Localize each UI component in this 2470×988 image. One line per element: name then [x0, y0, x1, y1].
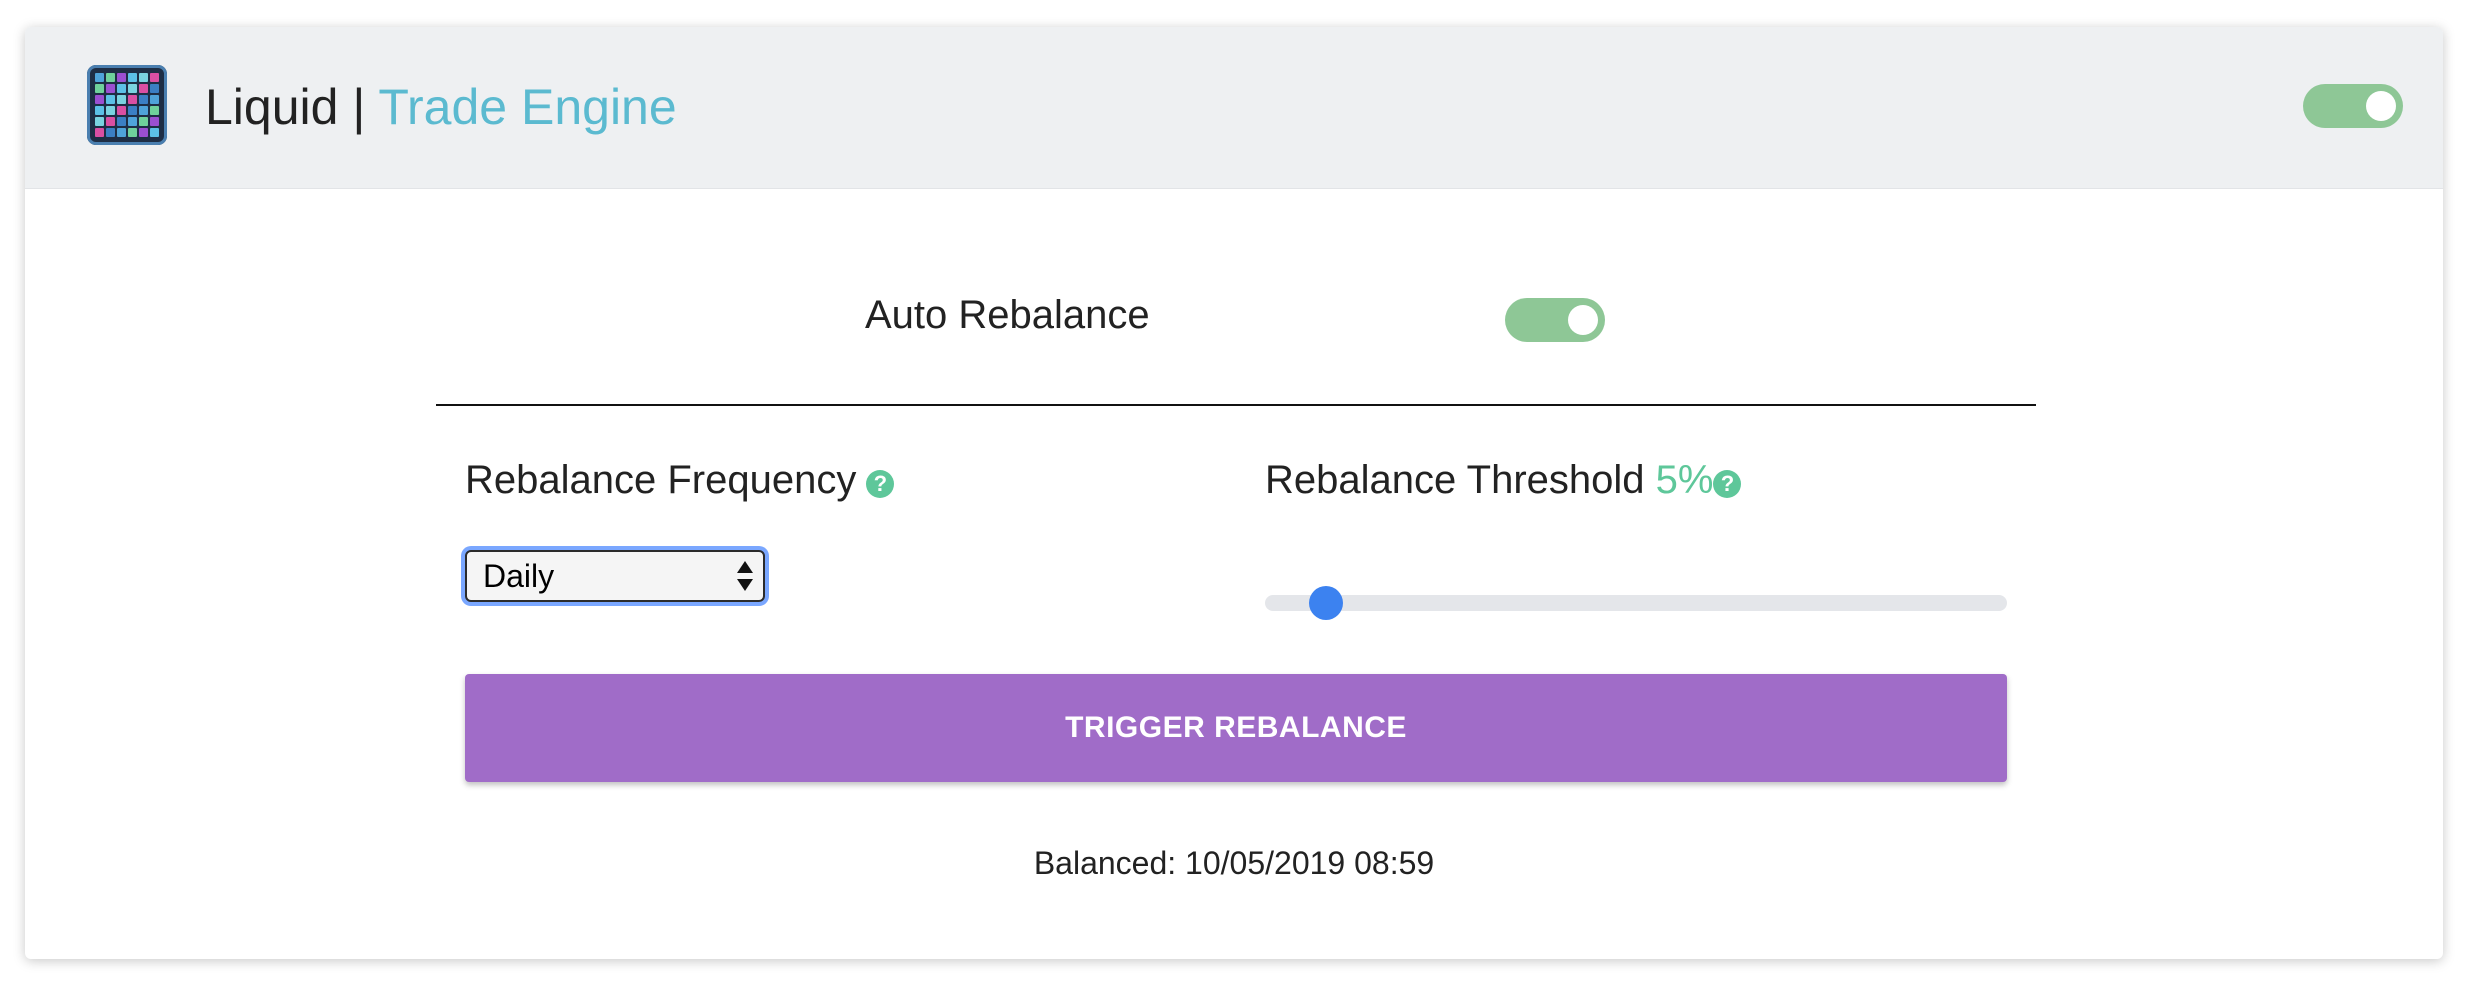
logo-tile	[106, 95, 115, 104]
logo-tile	[128, 95, 137, 104]
logo-tile	[117, 106, 126, 115]
logo-tile	[128, 84, 137, 93]
logo-tile	[139, 117, 148, 126]
brand-product: Trade Engine	[378, 79, 677, 135]
frequency-select-value: Daily	[483, 558, 555, 594]
logo-tile	[106, 84, 115, 93]
logo-tile	[106, 106, 115, 115]
trigger-rebalance-button[interactable]: TRIGGER REBALANCE	[465, 674, 2007, 782]
threshold-value: 5%	[1655, 458, 1714, 502]
logo-tile	[139, 128, 148, 137]
rebalance-frequency-label: Rebalance Frequency?	[465, 455, 895, 505]
grid-app-icon	[87, 65, 167, 145]
logo-tile	[95, 73, 104, 82]
section-divider	[436, 404, 2036, 406]
logo-tile	[95, 106, 104, 115]
slider-thumb[interactable]	[1308, 586, 1343, 620]
logo-tile	[117, 84, 126, 93]
logo-tile	[95, 95, 104, 104]
auto-rebalance-toggle[interactable]	[1505, 298, 1605, 342]
engine-power-toggle[interactable]	[2303, 84, 2403, 128]
logo-tile	[150, 117, 159, 126]
logo-tile	[117, 117, 126, 126]
brand-separator: |	[338, 79, 379, 135]
logo-tile	[95, 117, 104, 126]
rebalance-frequency-text: Rebalance Frequency	[465, 458, 857, 502]
question-circle-icon[interactable]: ?	[1713, 470, 1742, 498]
auto-rebalance-label: Auto Rebalance	[865, 293, 1150, 337]
logo-tile	[150, 106, 159, 115]
question-circle-icon[interactable]: ?	[866, 470, 895, 498]
logo-tile	[128, 106, 137, 115]
logo-tile	[106, 128, 115, 137]
logo-tile	[128, 117, 137, 126]
brand-title: Liquid | Trade Engine	[205, 77, 677, 137]
logo-tile	[106, 73, 115, 82]
logo-tile	[95, 128, 104, 137]
brand-name: Liquid	[205, 79, 339, 135]
toggle-knob	[1568, 305, 1598, 335]
balanced-status: Balanced: 10/05/2019 08:59	[1033, 845, 1435, 881]
logo-tile	[117, 73, 126, 82]
trade-engine-card: Liquid | Trade Engine Auto Rebalance Reb…	[25, 27, 2443, 959]
logo-tile	[150, 128, 159, 137]
logo-tile	[150, 84, 159, 93]
logo-tile	[150, 73, 159, 82]
logo-tile	[139, 106, 148, 115]
logo-tile	[117, 128, 126, 137]
logo-tile	[139, 84, 148, 93]
logo-tile	[128, 128, 137, 137]
select-arrows-icon	[737, 561, 753, 591]
card-header: Liquid | Trade Engine	[25, 27, 2443, 189]
logo-tile	[150, 95, 159, 104]
logo-tile	[139, 73, 148, 82]
rebalance-threshold-text: Rebalance Threshold	[1265, 458, 1645, 502]
logo-tile	[106, 117, 115, 126]
logo-tile	[139, 95, 148, 104]
toggle-knob	[2366, 91, 2396, 121]
threshold-slider[interactable]	[1265, 586, 2007, 620]
rebalance-threshold-label: Rebalance Threshold 5%?	[1265, 455, 1742, 505]
logo-tile	[117, 95, 126, 104]
logo-tile	[95, 84, 104, 93]
frequency-select[interactable]: Daily	[465, 550, 765, 602]
logo-tile	[128, 73, 137, 82]
slider-track[interactable]	[1265, 595, 2007, 611]
